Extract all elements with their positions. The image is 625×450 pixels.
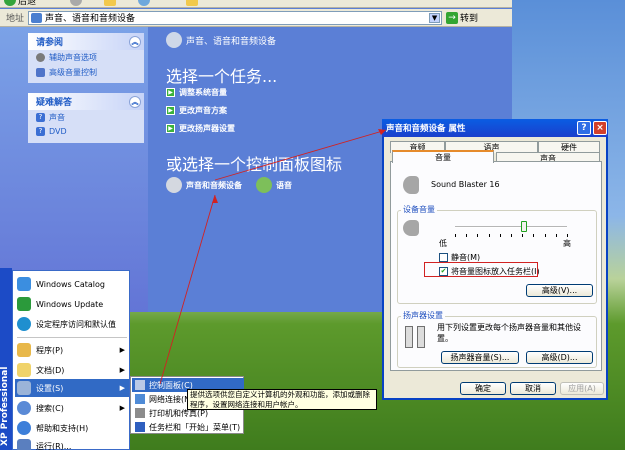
tab-volume[interactable]: 音量 xyxy=(392,150,494,163)
annotation-arrows xyxy=(159,129,387,385)
arrow-icon-to-dialog xyxy=(214,129,387,181)
arrowhead xyxy=(212,195,218,203)
arrow-controlpanel-to-icon xyxy=(159,194,216,385)
